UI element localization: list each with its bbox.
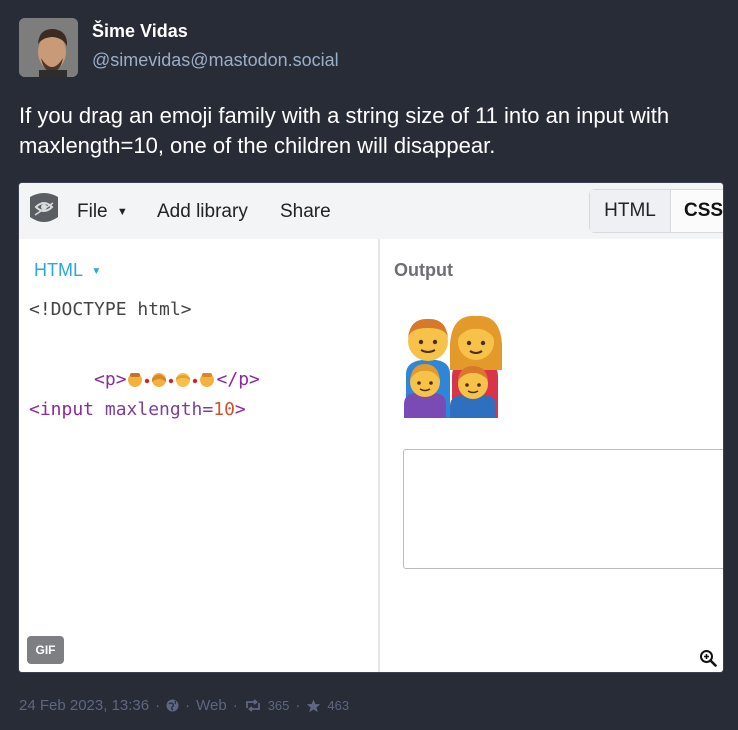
star-icon[interactable] [306, 699, 321, 713]
code-tag-open: <p> [94, 369, 127, 390]
status-text: If you drag an emoji family with a strin… [19, 103, 670, 158]
jsfiddle-toolbar: File ▼ Add library Share HTML CSS [19, 183, 723, 240]
html-editor-pane[interactable]: HTML ▼ <!DOCTYPE html> <p> </p> <input m… [19, 239, 380, 672]
favourite-count: 463 [327, 698, 350, 713]
meta-separator: · [295, 697, 301, 714]
family-emoji-icon [404, 315, 502, 418]
language-select-label: HTML [34, 260, 83, 280]
code-line-input-element: <input maxlength=10> [29, 399, 246, 420]
boost-icon[interactable] [244, 699, 262, 712]
language-tabs: HTML CSS [589, 189, 723, 233]
status-application: Web [196, 697, 227, 714]
avatar[interactable] [19, 18, 78, 77]
code-tag-close: </p> [216, 369, 260, 390]
chevron-down-icon: ▼ [116, 205, 128, 218]
output-pane: Output [380, 239, 723, 672]
meta-separator: · [185, 697, 191, 714]
output-text-input[interactable] [403, 449, 723, 569]
caret-down-icon: ▼ [91, 265, 102, 277]
status-timestamp[interactable]: 24 Feb 2023, 13:36 [19, 697, 149, 714]
code-attr-name: maxlength= [104, 399, 214, 420]
add-library-menu[interactable]: Add library [157, 201, 248, 223]
share-menu[interactable]: Share [280, 201, 331, 223]
display-name[interactable]: Šime Vidas [92, 21, 188, 42]
status-meta: 24 Feb 2023, 13:36 · · Web · 365 · 463 [19, 697, 349, 714]
tab-css[interactable]: CSS [684, 190, 723, 232]
boost-count: 365 [267, 698, 290, 713]
tab-html[interactable]: HTML [590, 190, 671, 232]
avatar-image [19, 18, 78, 77]
code-input-end: > [234, 399, 246, 420]
emoji-sequence-icon [127, 373, 214, 387]
meta-separator: · [155, 697, 161, 714]
file-menu-label: File [77, 201, 108, 222]
code-line-doctype: <!DOCTYPE html> [29, 299, 192, 320]
account-handle[interactable]: @simevidas@mastodon.social [92, 50, 339, 71]
meta-separator: · [232, 697, 238, 714]
jsfiddle-logo-icon[interactable] [27, 189, 61, 229]
language-select[interactable]: HTML ▼ [34, 260, 101, 281]
code-input-tag: <input [29, 399, 105, 420]
output-label: Output [394, 260, 453, 280]
media-attachment[interactable]: File ▼ Add library Share HTML CSS HTML ▼… [18, 182, 724, 673]
gif-badge: GIF [27, 636, 64, 664]
file-menu[interactable]: File ▼ [77, 201, 128, 223]
globe-icon [166, 699, 179, 712]
code-attr-value: 10 [213, 399, 235, 420]
zoom-in-icon[interactable] [699, 649, 717, 667]
